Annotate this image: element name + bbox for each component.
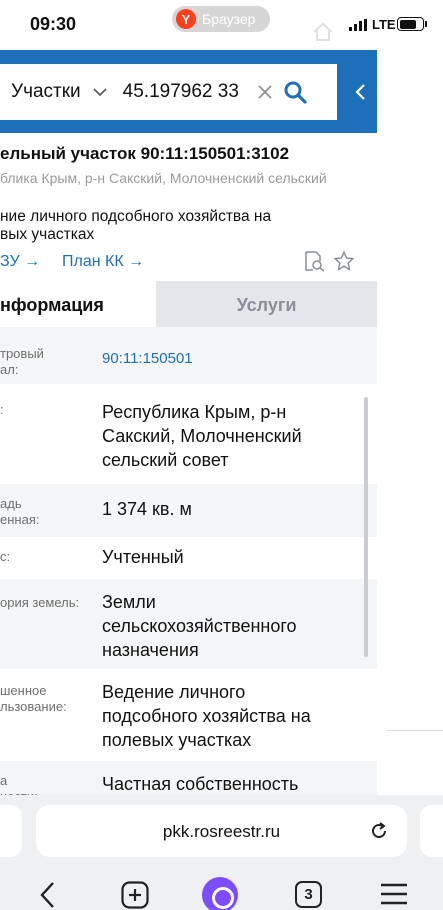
menu-icon[interactable] xyxy=(380,883,408,905)
attribute-list: тровый ал: 90:11:150501 : Республика Кры… xyxy=(0,327,377,795)
signal-icon xyxy=(349,19,367,31)
attribute-row: : Республика Крым, р-н Сакский, Молочнен… xyxy=(0,384,377,484)
attribute-label: адь енная: xyxy=(0,496,40,527)
search-input[interactable]: 45.197962 33 xyxy=(123,81,241,103)
star-icon[interactable] xyxy=(333,250,355,272)
attribute-row: шенное льзование: Ведение личного подсоб… xyxy=(0,669,377,761)
zu-link[interactable]: ЗУ → xyxy=(0,253,40,271)
attribute-value: Ведение личного подсобного хозяйства на … xyxy=(102,682,311,750)
tab-bar: нформация Услуги xyxy=(0,281,377,327)
attribute-row: адь енная: 1 374 кв. м xyxy=(0,484,377,537)
attribute-value: Земли сельскохозяйственного назначения xyxy=(102,592,297,660)
attribute-label: с: xyxy=(0,549,11,564)
chevron-down-icon[interactable] xyxy=(93,87,107,97)
attribute-value: 1 374 кв. м xyxy=(102,499,192,519)
back-arrow-icon[interactable] xyxy=(38,881,56,909)
collapse-panel-icon[interactable] xyxy=(353,83,369,101)
browser-return-pill[interactable]: Y Браузер xyxy=(172,6,270,32)
attribute-value: Частная собственность xyxy=(102,774,299,794)
address-area: pkk.rosreestr.ru xyxy=(0,795,443,865)
parcel-purpose: ние личного подсобного хозяйства на вых … xyxy=(0,208,272,243)
tabs-counter[interactable]: 3 xyxy=(295,881,322,908)
scrollbar[interactable] xyxy=(364,397,368,657)
attribute-row: ория земель: Земли сельскохозяйственного… xyxy=(0,579,377,669)
status-time: 09:30 xyxy=(30,14,77,34)
parcel-title: ельный участок 90:11:150501:3102 xyxy=(0,144,290,163)
search-icon[interactable] xyxy=(283,80,307,104)
info-panel: Участки 45.197962 33 ельный участок 90:1… xyxy=(0,50,377,795)
next-tab-preview[interactable] xyxy=(420,805,443,857)
map-area[interactable] xyxy=(377,50,443,795)
battery-icon xyxy=(397,17,424,31)
url-text[interactable]: pkk.rosreestr.ru xyxy=(36,822,407,842)
address-bar[interactable]: pkk.rosreestr.ru xyxy=(36,805,407,857)
battery-level xyxy=(399,19,416,29)
clear-icon[interactable] xyxy=(257,84,273,100)
plan-kk-link[interactable]: План КК → xyxy=(62,253,144,271)
parcel-address: блика Крым, р-н Сакский, Молочненский се… xyxy=(0,170,327,186)
tab-services[interactable]: Услуги xyxy=(156,281,377,327)
bottom-nav: 3 xyxy=(0,865,443,910)
new-tab-icon[interactable] xyxy=(121,881,149,909)
attribute-label: ория земель: xyxy=(0,595,80,610)
document-search-icon[interactable] xyxy=(303,250,325,272)
status-bar: 09:30 Y Браузер LTE xyxy=(0,0,443,50)
attribute-row: а ности: Частная собственность xyxy=(0,761,377,795)
search-box: Участки 45.197962 33 xyxy=(0,64,337,120)
attribute-label: : xyxy=(0,402,4,417)
attribute-value: Республика Крым, р-н Сакский, Молочненск… xyxy=(102,402,302,470)
network-type: LTE xyxy=(372,17,396,32)
attribute-label: шенное льзование: xyxy=(0,683,67,714)
attribute-label: тровый ал: xyxy=(0,346,44,377)
previous-tab-preview[interactable] xyxy=(0,805,22,857)
yandex-logo-icon: Y xyxy=(176,9,196,29)
battery-tip xyxy=(425,21,427,27)
home-icon xyxy=(313,22,333,41)
search-bar: Участки 45.197962 33 xyxy=(0,50,377,133)
browser-pill-label: Браузер xyxy=(202,11,256,27)
attribute-row: с: Учтенный xyxy=(0,537,377,579)
reload-icon[interactable] xyxy=(369,821,389,841)
attribute-label: а ности: xyxy=(0,773,38,795)
attribute-value: Учтенный xyxy=(102,547,184,567)
search-type-select[interactable]: Участки xyxy=(11,81,81,103)
divider xyxy=(387,730,443,731)
cadastral-quarter-link[interactable]: 90:11:150501 xyxy=(102,347,352,371)
attribute-row: тровый ал: 90:11:150501 xyxy=(0,327,377,384)
alice-assistant-icon[interactable] xyxy=(202,877,238,910)
tab-information[interactable]: нформация xyxy=(0,281,156,327)
